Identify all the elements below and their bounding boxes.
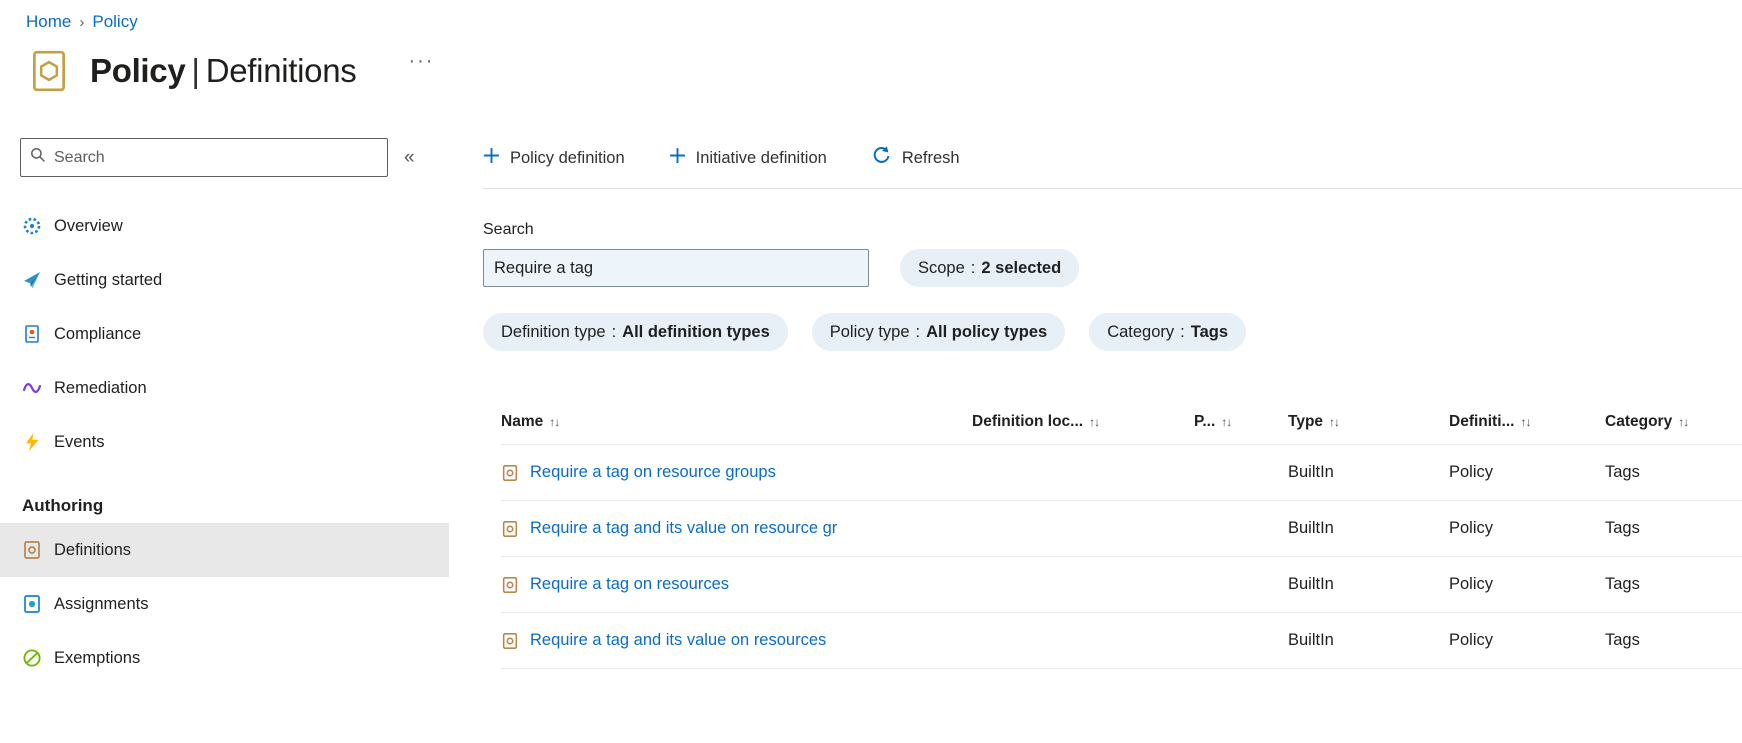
sidebar-item-events[interactable]: Events (0, 415, 449, 469)
category-filter-pill[interactable]: Category : Tags (1089, 313, 1247, 351)
sidebar-item-label: Definitions (54, 540, 132, 559)
policy-icon (26, 48, 72, 94)
sidebar-item-label: Events (54, 432, 105, 451)
policy-definition-icon (501, 520, 519, 538)
table-header-row: Name ↑↓ Definition loc... ↑↓ P... ↑↓ Type ↑↓… (501, 399, 1742, 445)
type-cell: BuiltIn (1288, 463, 1334, 481)
column-header-policies[interactable]: P... ↑↓ (1194, 413, 1288, 431)
definition-type-cell: Policy (1449, 519, 1494, 537)
page-title: Policy | Definitions (90, 52, 357, 89)
column-header-category[interactable]: Category ↑↓ (1605, 413, 1742, 431)
sidebar-nav: Overview Getting started Compliance Reme… (0, 199, 449, 469)
toolbar: Policy definition Initiative definition … (483, 138, 1742, 178)
sort-icon: ↑↓ (1678, 414, 1689, 429)
policy-definition-icon (501, 632, 519, 650)
definitions-icon (22, 540, 42, 560)
exemptions-icon (22, 648, 42, 668)
definition-type-filter-pill[interactable]: Definition type : All definition types (483, 313, 788, 351)
column-header-definition-location[interactable]: Definition loc... ↑↓ (972, 413, 1194, 431)
sidebar-item-label: Compliance (54, 324, 142, 343)
sidebar-authoring-nav: Definitions Assignments Exemptions (0, 523, 449, 685)
table-row[interactable]: Require a tag and its value on resource … (501, 501, 1742, 557)
sort-icon: ↑↓ (1520, 414, 1531, 429)
initiative-definition-button[interactable]: Initiative definition (669, 147, 827, 169)
refresh-icon (871, 145, 892, 171)
sidebar-item-label: Getting started (54, 270, 163, 289)
sidebar-item-remediation[interactable]: Remediation (0, 361, 449, 415)
assignments-icon (22, 594, 42, 614)
type-cell: BuiltIn (1288, 575, 1334, 593)
breadcrumb: Home › Policy (26, 12, 1742, 32)
remediation-icon (22, 378, 42, 398)
plus-icon (483, 147, 500, 169)
sidebar-item-definitions[interactable]: Definitions (0, 523, 449, 577)
page-header: Policy | Definitions ··· (26, 48, 1742, 94)
policy-definition-icon (501, 464, 519, 482)
category-cell: Tags (1605, 519, 1640, 537)
definition-type-cell: Policy (1449, 463, 1494, 481)
getting-started-icon (22, 270, 42, 290)
sidebar-item-label: Remediation (54, 378, 147, 397)
definition-name-link[interactable]: Require a tag on resource groups (530, 463, 776, 482)
definition-name-link[interactable]: Require a tag and its value on resources (530, 631, 826, 650)
sidebar-searchbox[interactable] (20, 138, 388, 177)
sort-icon: ↑↓ (549, 414, 560, 429)
main-content: Policy definition Initiative definition … (449, 138, 1742, 669)
table-row[interactable]: Require a tag on resources BuiltIn Polic… (501, 557, 1742, 613)
category-cell: Tags (1605, 575, 1640, 593)
overview-icon (22, 216, 42, 236)
column-header-definition-type[interactable]: Definiti... ↑↓ (1449, 413, 1605, 431)
search-icon (30, 147, 46, 168)
sidebar-item-assignments[interactable]: Assignments (0, 577, 449, 631)
definition-name-link[interactable]: Require a tag and its value on resource … (530, 519, 837, 538)
sidebar-section-authoring: Authoring (22, 496, 104, 515)
policy-definition-button[interactable]: Policy definition (483, 147, 625, 169)
refresh-button[interactable]: Refresh (871, 145, 960, 171)
policy-type-filter-pill[interactable]: Policy type : All policy types (811, 313, 1066, 351)
sidebar: « Overview (0, 138, 449, 685)
events-icon (22, 432, 42, 452)
sidebar-item-getting-started[interactable]: Getting started (0, 253, 449, 307)
sidebar-item-label: Assignments (54, 594, 149, 613)
definition-name-link[interactable]: Require a tag on resources (530, 575, 729, 594)
filter-search-input[interactable] (483, 249, 869, 287)
sort-icon: ↑↓ (1221, 414, 1232, 429)
sidebar-item-compliance[interactable]: Compliance (0, 307, 449, 361)
sidebar-collapse-button[interactable]: « (404, 147, 415, 169)
definition-type-cell: Policy (1449, 631, 1494, 649)
sidebar-item-label: Exemptions (54, 648, 141, 667)
sidebar-search-input[interactable] (54, 148, 378, 167)
category-cell: Tags (1605, 463, 1640, 481)
plus-icon (669, 147, 686, 169)
table-row[interactable]: Require a tag on resource groups BuiltIn… (501, 445, 1742, 501)
scope-filter-pill[interactable]: Scope : 2 selected (900, 249, 1080, 287)
sort-icon: ↑↓ (1089, 414, 1100, 429)
breadcrumb-policy-link[interactable]: Policy (92, 12, 137, 32)
filter-search-label: Search (483, 221, 534, 238)
toolbar-divider (483, 188, 1742, 189)
compliance-icon (22, 324, 42, 344)
type-cell: BuiltIn (1288, 631, 1334, 649)
more-options-button[interactable]: ··· (408, 50, 434, 73)
column-header-name[interactable]: Name ↑↓ (501, 413, 972, 431)
breadcrumb-home-link[interactable]: Home (26, 12, 71, 32)
definitions-table: Name ↑↓ Definition loc... ↑↓ P... ↑↓ Type ↑↓… (483, 399, 1742, 669)
sidebar-item-label: Overview (54, 216, 123, 235)
breadcrumb-separator-icon: › (79, 13, 85, 31)
sidebar-item-exemptions[interactable]: Exemptions (0, 631, 449, 685)
column-header-type[interactable]: Type ↑↓ (1288, 413, 1449, 431)
table-row[interactable]: Require a tag and its value on resources… (501, 613, 1742, 669)
policy-definition-icon (501, 576, 519, 594)
definition-type-cell: Policy (1449, 575, 1494, 593)
sort-icon: ↑↓ (1329, 414, 1340, 429)
category-cell: Tags (1605, 631, 1640, 649)
sidebar-item-overview[interactable]: Overview (0, 199, 449, 253)
type-cell: BuiltIn (1288, 519, 1334, 537)
